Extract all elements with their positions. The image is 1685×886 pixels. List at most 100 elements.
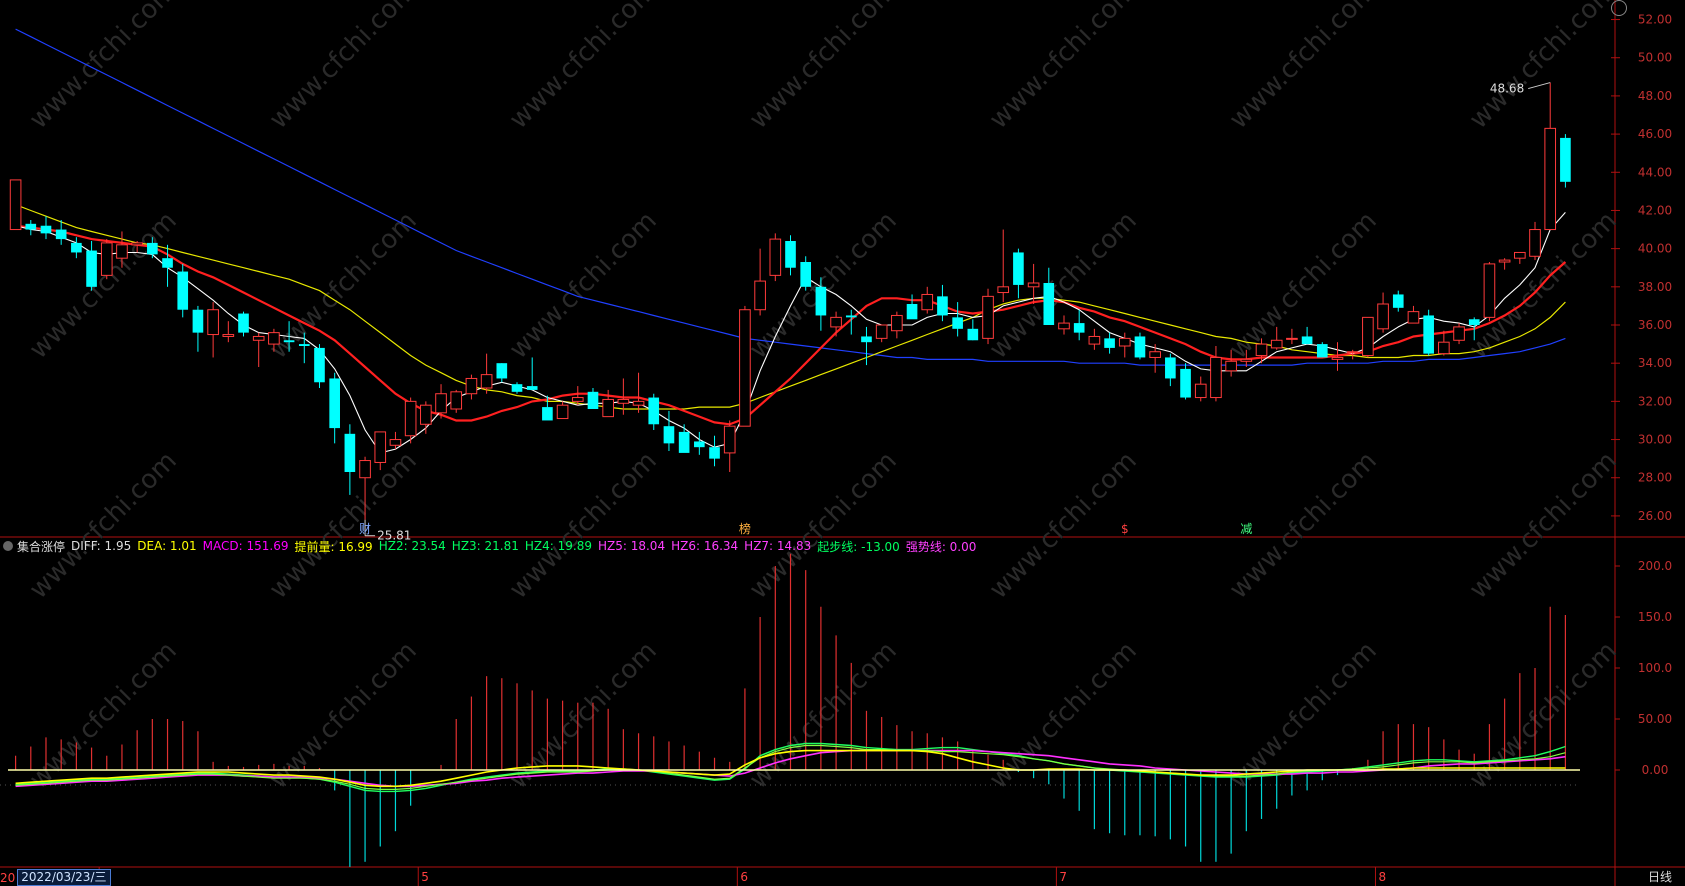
candle-body-up [9, 179, 22, 231]
watermark-text: www.cfchi.com [264, 636, 423, 795]
candle-body-up [1377, 303, 1389, 330]
candle-body-up [222, 334, 235, 337]
watermark-text: www.cfchi.com [504, 0, 663, 135]
candle-body-down [71, 242, 82, 253]
event-marker: 财 [359, 522, 371, 536]
candle-body-up [420, 404, 432, 425]
price-axis-label: 48.00 [1638, 89, 1672, 103]
candle-body-down [1301, 336, 1313, 345]
date-prefix: 20 [0, 870, 16, 885]
candle-body-up [875, 324, 888, 339]
watermark-text: www.cfchi.com [24, 446, 183, 605]
candle-body-down [709, 447, 720, 459]
candle-body-down [511, 384, 523, 392]
candle-body-down [298, 344, 310, 346]
candle-body-down [845, 315, 857, 318]
price-axis-label: 38.00 [1638, 280, 1672, 294]
candle-body-up [921, 293, 934, 311]
candle-body-down [1468, 319, 1480, 325]
watermark-text: www.cfchi.com [984, 0, 1143, 135]
watermark-text: www.cfchi.com [1464, 0, 1623, 135]
candle-body-up [632, 400, 645, 406]
price-axis-label: 28.00 [1638, 471, 1672, 485]
date-area: 20 2022/03/23/三 [0, 869, 111, 886]
diff-value: DIFF: 1.95 [71, 539, 132, 553]
candle-body-up [1088, 335, 1101, 345]
candle-body-down [496, 363, 508, 379]
high-price-label: 48.68 [1490, 82, 1524, 96]
indicator-name[interactable]: 集合涨停 [17, 538, 65, 555]
candle-body-down [25, 223, 37, 230]
candle-body-up [571, 397, 584, 402]
candle-body-up [465, 377, 478, 395]
candle-body-up [739, 309, 751, 427]
candle-body-down [1180, 368, 1191, 398]
candle-body-down [800, 262, 812, 287]
candle-body-down [283, 340, 295, 343]
candle-body-up [116, 244, 128, 259]
candle-body-up [1362, 316, 1374, 357]
macd-axis-label: 50.00 [1638, 712, 1672, 726]
candle-body-down [678, 431, 690, 453]
event-marker: 减 [1240, 522, 1252, 536]
candle-body-up [723, 425, 736, 454]
candle-body-up [450, 391, 463, 410]
candle-body-up [1194, 383, 1207, 399]
candle-body-up [1529, 229, 1541, 257]
macd-axis-label: 100.0 [1638, 661, 1672, 675]
candle-body-up [1027, 282, 1040, 288]
candle-body-down [162, 258, 173, 268]
indicator-toggle-icon[interactable] [3, 541, 13, 551]
settings-icon[interactable] [1611, 0, 1627, 16]
macd-axis-label: 0.00 [1642, 763, 1669, 777]
period-button[interactable]: 日线 [1640, 869, 1680, 885]
event-marker: $ [1121, 522, 1129, 536]
candle-body-up [404, 400, 417, 437]
candle-body-down [344, 433, 356, 472]
candle-body-up [1438, 341, 1450, 355]
qibu-value: 起步线: -13.00 [817, 539, 900, 554]
watermark-text: www.cfchi.com [984, 206, 1143, 365]
price-axis-label: 52.00 [1638, 13, 1672, 27]
candle-body-down [1423, 315, 1434, 354]
candle-body-down [1073, 323, 1085, 333]
candle-body-up [769, 238, 782, 276]
candle-body-down [1134, 336, 1146, 358]
price-axis-label: 26.00 [1638, 509, 1672, 523]
candle-body-up [131, 242, 143, 246]
month-label: 7 [1059, 870, 1067, 884]
candle-body-up [1149, 351, 1161, 358]
watermark-text: www.cfchi.com [744, 636, 903, 795]
candle-body-up [1210, 356, 1222, 399]
tiqian-value: 提前量: 16.99 [294, 539, 373, 554]
macd-value: MACD: 151.69 [202, 539, 289, 553]
candle-body-up [480, 374, 493, 389]
price-axis-label: 50.00 [1638, 51, 1672, 65]
candle-body-up [207, 309, 219, 336]
candle-body-up [1286, 337, 1298, 340]
watermark-text: www.cfchi.com [264, 0, 423, 135]
price-axis-label: 36.00 [1638, 318, 1672, 332]
watermark-text: www.cfchi.com [744, 0, 903, 135]
candle-body-up [982, 295, 994, 339]
candle-body-up [617, 398, 630, 404]
hz4-value: HZ4: 19.89 [524, 539, 592, 553]
candle-body-up [891, 314, 903, 332]
watermark-text: www.cfchi.com [744, 446, 903, 605]
price-axis-label: 32.00 [1638, 394, 1672, 408]
watermark-text: www.cfchi.com [504, 446, 663, 605]
candle-body-down [648, 397, 660, 425]
candle-body-down [1316, 344, 1328, 358]
chart-canvas[interactable]: www.cfchi.com www.cfchi.com www.cfchi.com w… [0, 0, 1685, 886]
indicator-bar: 集合涨停 DIFF: 1.95 DEA: 1.01 MACD: 151.69 提… [0, 537, 982, 555]
candle-body-down [1013, 252, 1024, 285]
candle-body-up [556, 404, 569, 420]
candle-body-down [967, 328, 979, 341]
candle-body-down [314, 347, 325, 383]
candle-body-down [329, 378, 340, 429]
month-label: 6 [740, 870, 748, 884]
candle-body-up [359, 460, 371, 479]
candle-body-up [1407, 311, 1420, 324]
candle-body-down [861, 336, 872, 343]
cursor-date-box[interactable]: 2022/03/23/三 [17, 869, 111, 886]
